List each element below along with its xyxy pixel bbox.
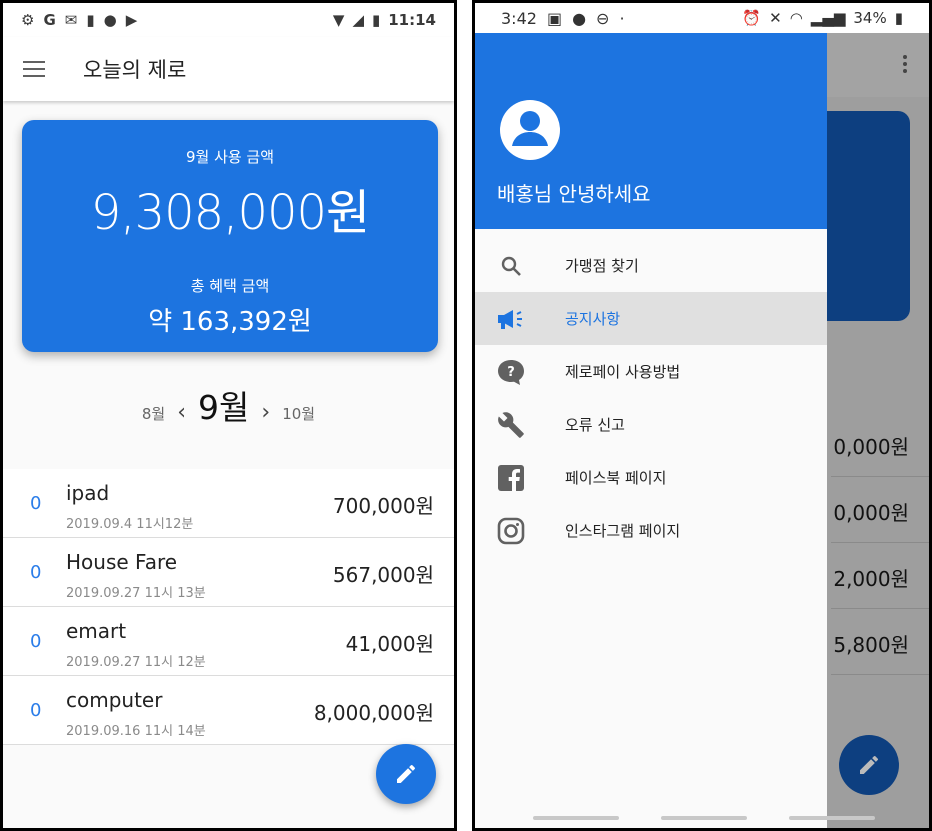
- transaction-row[interactable]: 0 computer 2019.09.16 11시 14분 8,000,000원: [3, 676, 454, 745]
- dot-icon: ·: [619, 8, 625, 28]
- megaphone-icon: [495, 303, 527, 335]
- menu-item-label: 인스타그램 페이지: [565, 522, 681, 540]
- transaction-name: ipad: [66, 481, 110, 505]
- background-row: 2,000원: [831, 543, 929, 609]
- greeting-text: 배홍님 안녕하세요: [497, 182, 651, 206]
- transaction-date: 2019.09.27 11시 12분: [66, 655, 206, 670]
- menu-item-label: 가맹점 찾기: [565, 257, 639, 275]
- image-icon: ▣: [546, 8, 563, 28]
- signal-icon: ▂▄▆: [810, 9, 846, 27]
- google-icon: G: [43, 11, 56, 29]
- drawer-menu: 가맹점 찾기 공지사항 ? 제로페이 사용방법 오류 신고 페이스북 페이지 인…: [475, 229, 827, 557]
- transaction-name: emart: [66, 619, 127, 643]
- facebook-icon: [495, 462, 527, 494]
- mute-icon: ✕: [769, 9, 782, 27]
- menu-item-facebook[interactable]: 페이스북 페이지: [475, 451, 827, 504]
- menu-item-find-store[interactable]: 가맹점 찾기: [475, 239, 827, 292]
- pencil-icon: [860, 755, 879, 774]
- sd-card-icon: ▮: [86, 11, 95, 29]
- transaction-badge: 0: [30, 562, 42, 583]
- settings-gear-icon: ⚙: [21, 11, 35, 29]
- benefit-amount: 약 163,392원: [148, 307, 312, 337]
- month-usage-label: 9월 사용 금액: [185, 148, 275, 166]
- transaction-date: 2019.09.16 11시 14분: [66, 724, 206, 739]
- background-fab: [839, 735, 899, 795]
- wrench-icon: [495, 409, 527, 441]
- menu-item-label: 제로페이 사용방법: [565, 363, 681, 381]
- menu-item-report-error[interactable]: 오류 신고: [475, 398, 827, 451]
- menu-item-notice[interactable]: 공지사항: [475, 292, 827, 345]
- prev-month-label[interactable]: 8월: [142, 403, 165, 424]
- month-navigator: 8월 ‹ 9월 › 10월: [3, 381, 454, 429]
- transaction-list: 0 ipad 2019.09.4 11시12분 700,000원 0 House…: [3, 469, 454, 745]
- benefit-label: 총 혜택 금액: [190, 277, 270, 295]
- transaction-name: computer: [66, 688, 163, 712]
- status-time: 3:42: [501, 8, 537, 28]
- left-phone-screen: ⚙ G ✉ ▮ ● ▶ ▼ ◢ ▮ 11:14 오늘의 제로 9월 사용 금액 …: [0, 0, 457, 831]
- transaction-amount: 567,000원: [332, 563, 434, 587]
- transaction-row[interactable]: 0 House Fare 2019.09.27 11시 13분 567,000원: [3, 538, 454, 607]
- circle-icon: ●: [103, 11, 117, 29]
- transaction-amount: 8,000,000원: [313, 701, 434, 725]
- navigation-drawer: 배홍님 안녕하세요 가맹점 찾기 공지사항 ? 제로페이 사용방법 오류 신고 …: [475, 33, 827, 828]
- month-usage-amount: 9,308,000원: [90, 185, 370, 241]
- transaction-amount: 700,000원: [332, 494, 434, 518]
- dnd-icon: ⊖: [596, 8, 610, 28]
- status-bar: 3:42 ▣ ● ⊖ · ⏰ ✕ ◠ ▂▄▆ 34% ▮: [475, 3, 929, 33]
- current-month-label: 9월: [198, 388, 250, 427]
- menu-item-label: 공지사항: [565, 310, 621, 328]
- signal-icon: ◢: [352, 11, 364, 29]
- search-icon: [495, 250, 527, 282]
- transaction-badge: 0: [30, 700, 42, 721]
- overflow-menu-icon: [903, 55, 907, 73]
- nav-handle: [661, 816, 747, 820]
- right-phone-screen: 3:42 ▣ ● ⊖ · ⏰ ✕ ◠ ▂▄▆ 34% ▮ 0,000원 0,00…: [472, 0, 932, 831]
- battery-icon: ▮: [371, 11, 381, 29]
- transaction-row[interactable]: 0 emart 2019.09.27 11시 12분 41,000원: [3, 607, 454, 676]
- nav-handle: [533, 816, 619, 820]
- app-bar: 오늘의 제로: [3, 37, 454, 101]
- instagram-icon: [495, 515, 527, 547]
- transaction-date: 2019.09.27 11시 13분: [66, 586, 206, 601]
- background-row: 0,000원: [831, 477, 929, 543]
- menu-item-label: 페이스북 페이지: [565, 469, 667, 487]
- app-title: 오늘의 제로: [83, 58, 187, 82]
- svg-text:?: ?: [507, 365, 515, 380]
- chevron-right-icon[interactable]: ›: [261, 400, 270, 425]
- transaction-date: 2019.09.4 11시12분: [66, 517, 194, 532]
- transaction-amount: 41,000원: [345, 632, 434, 656]
- battery-percent: 34%: [853, 9, 887, 27]
- background-row: 0,000원: [831, 411, 929, 477]
- summary-card: 9월 사용 금액 9,308,000원 총 혜택 금액 약 163,392원: [22, 120, 438, 352]
- menu-item-instagram[interactable]: 인스타그램 페이지: [475, 504, 827, 557]
- help-bubble-icon: ?: [495, 356, 527, 388]
- battery-icon: ▮: [894, 9, 903, 27]
- next-month-label[interactable]: 10월: [282, 403, 315, 424]
- transaction-badge: 0: [30, 631, 42, 652]
- status-bar: ⚙ G ✉ ▮ ● ▶ ▼ ◢ ▮ 11:14: [3, 3, 454, 37]
- menu-item-label: 오류 신고: [565, 416, 625, 434]
- nav-handle: [789, 816, 875, 820]
- background-row: 5,800원: [831, 609, 929, 675]
- transaction-badge: 0: [30, 493, 42, 514]
- menu-hamburger-icon[interactable]: [23, 61, 45, 77]
- alarm-icon: ⏰: [742, 9, 762, 27]
- add-transaction-fab[interactable]: [376, 744, 436, 804]
- talk-icon: ●: [572, 8, 587, 28]
- gmail-icon: ✉: [64, 11, 78, 29]
- user-avatar-icon: [500, 100, 560, 160]
- drawer-header: 배홍님 안녕하세요: [475, 33, 827, 229]
- menu-item-how-to-use[interactable]: ? 제로페이 사용방법: [475, 345, 827, 398]
- wifi-icon: ◠: [789, 9, 803, 27]
- pencil-icon: [397, 764, 416, 783]
- transaction-row[interactable]: 0 ipad 2019.09.4 11시12분 700,000원: [3, 469, 454, 538]
- wifi-icon: ▼: [332, 11, 345, 29]
- transaction-name: House Fare: [66, 550, 178, 574]
- play-store-icon: ▶: [125, 11, 138, 29]
- chevron-left-icon[interactable]: ‹: [177, 400, 186, 425]
- status-time: 11:14: [388, 11, 436, 29]
